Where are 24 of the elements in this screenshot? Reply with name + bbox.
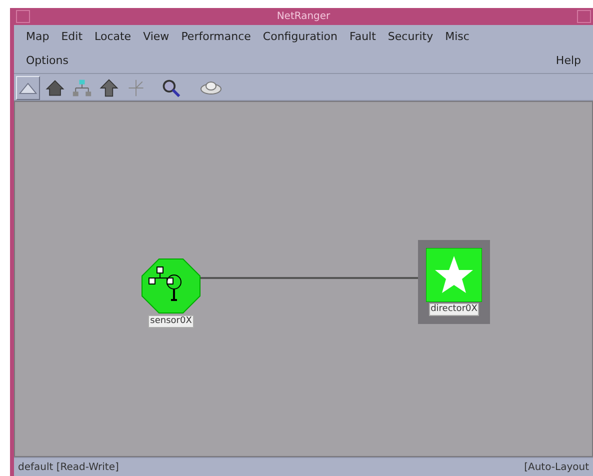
menu-item[interactable]: Map xyxy=(20,28,56,46)
menu-item[interactable]: Locate xyxy=(88,28,138,46)
status-text: default [Read-Write] xyxy=(18,460,119,474)
menu-item[interactable]: Security xyxy=(382,28,440,46)
sensor-icon xyxy=(141,258,201,314)
menu-item[interactable]: Help xyxy=(550,52,587,70)
network-icon xyxy=(72,77,92,99)
menu-item[interactable]: Fault xyxy=(344,28,382,46)
menu-item[interactable]: Edit xyxy=(55,28,89,46)
menu-item[interactable]: Misc xyxy=(439,28,476,46)
menu-item[interactable]: View xyxy=(137,28,176,46)
map-node[interactable]: sensor0X xyxy=(133,250,209,336)
node-label: director0X xyxy=(428,303,480,316)
up-arrow-icon xyxy=(99,77,119,99)
menu-item[interactable]: Options xyxy=(20,52,74,70)
layout-status-text: [Auto-Layout xyxy=(524,460,589,474)
window-title: NetRanger xyxy=(276,10,332,24)
node-label: sensor0X xyxy=(148,315,194,328)
search-icon xyxy=(161,77,181,99)
branch-icon xyxy=(126,77,146,99)
menu-item[interactable]: Performance xyxy=(175,28,257,46)
map-node[interactable]: director0X xyxy=(418,240,490,324)
star-icon xyxy=(426,248,482,302)
menu-item[interactable]: Configuration xyxy=(256,28,344,46)
